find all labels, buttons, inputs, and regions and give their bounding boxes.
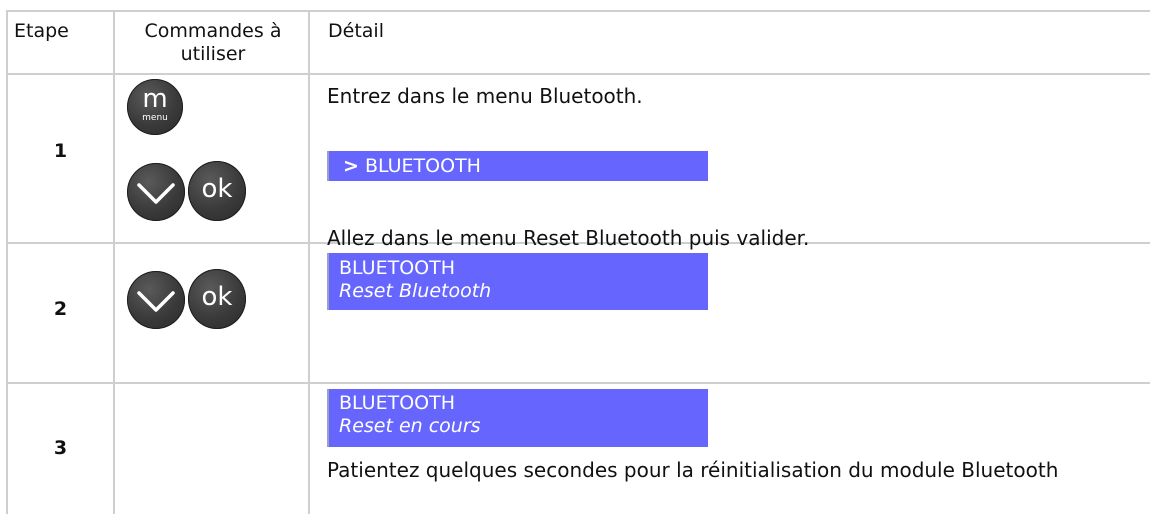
column-divider-1: [113, 10, 115, 514]
lcd-line-2: Reset Bluetooth: [339, 280, 492, 302]
column-divider-2: [308, 10, 310, 514]
row-detail-text: Allez dans le menu Reset Bluetooth puis …: [327, 226, 810, 250]
lcd-display: BLUETOOTH Reset Bluetooth: [327, 253, 708, 310]
ok-button-icon: ok: [188, 269, 246, 329]
lcd-line-2: Reset en cours: [339, 415, 481, 437]
lcd-line-1: BLUETOOTH: [364, 155, 481, 177]
header-step: Etape: [14, 20, 69, 42]
table-border-top: [6, 10, 1150, 12]
lcd-display: > BLUETOOTH: [327, 151, 708, 181]
menu-button-text: menu: [142, 113, 168, 123]
ok-button-icon: ok: [188, 161, 246, 221]
menu-button-icon: m menu: [127, 79, 183, 135]
down-button-icon: [127, 271, 185, 329]
row-divider-3: [6, 382, 1150, 384]
ok-button-label: ok: [201, 174, 233, 204]
menu-button-m: m: [142, 84, 168, 114]
step-number: 2: [53, 298, 68, 320]
lcd-line-1: BLUETOOTH: [339, 257, 455, 279]
step-number: 1: [53, 140, 68, 162]
down-button-icon: [127, 163, 185, 221]
lcd-cursor: >: [343, 155, 359, 177]
row-detail-text: Entrez dans le menu Bluetooth.: [327, 84, 643, 108]
header-commands: Commandes à utiliser: [144, 20, 282, 65]
step-number: 3: [53, 437, 68, 459]
ok-button-label: ok: [201, 282, 233, 312]
lcd-display: BLUETOOTH Reset en cours: [327, 389, 708, 447]
header-detail: Détail: [328, 20, 384, 42]
lcd-line-1: BLUETOOTH: [339, 392, 455, 414]
row-detail-text: Patientez quelques secondes pour la réin…: [327, 458, 1059, 482]
row-divider-1: [6, 73, 1150, 75]
